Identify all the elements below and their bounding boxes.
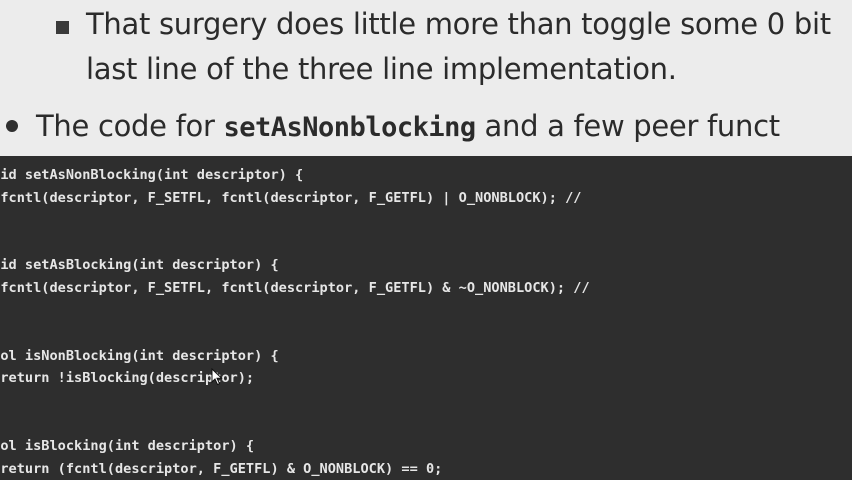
code-line: fcntl(descriptor, F_SETFL, fcntl(descrip… (0, 279, 590, 296)
main-bullet-text: The code for setAsNonblocking and a few … (36, 104, 780, 150)
code-line: void setAsNonBlocking(int descriptor) { (0, 167, 304, 183)
round-bullet-icon (6, 120, 18, 132)
code-line: bool isNonBlocking(int descriptor) { (0, 347, 279, 364)
main-bullet-code: setAsNonblocking (223, 112, 477, 143)
sub-bullet-line-1: That surgery does little more than toggl… (86, 7, 831, 41)
main-bullet-item: The code for setAsNonblocking and a few … (0, 104, 852, 148)
sub-bullet-line-2: last line of the three line implementati… (86, 52, 677, 86)
code-line: fcntl(descriptor, F_SETFL, fcntl(descrip… (0, 189, 582, 206)
code-line: return (fcntl(descriptor, F_GETFL) & O_N… (0, 460, 443, 477)
code-line: bool isBlocking(int descriptor) { (0, 438, 255, 455)
code-line: void setAsBlocking(int descriptor) { (0, 257, 279, 274)
main-bullet-suffix: and a few peer funct (475, 109, 781, 143)
main-bullet-prefix: The code for (36, 109, 224, 143)
code-listing: void setAsNonBlocking(int descriptor) { … (0, 164, 590, 480)
square-bullet-icon (56, 21, 69, 34)
sub-bullet-text: That surgery does little more than toggl… (86, 2, 852, 92)
slide: That surgery does little more than toggl… (0, 0, 852, 480)
code-block: void setAsNonBlocking(int descriptor) { … (0, 156, 852, 480)
